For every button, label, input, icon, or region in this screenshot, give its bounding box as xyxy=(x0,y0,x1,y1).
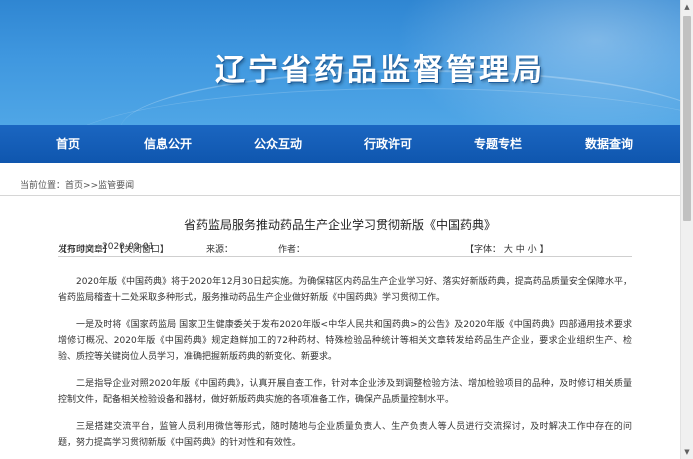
nav-item-data-query[interactable]: 数据查询 xyxy=(585,125,633,163)
nav-item-special-topics[interactable]: 专题专栏 xyxy=(474,125,522,163)
nav-item-public-interaction[interactable]: 公众互动 xyxy=(254,125,302,163)
breadcrumb-prefix: 当前位置： xyxy=(20,181,66,191)
author-label: 作者： xyxy=(278,245,306,255)
article-meta: 发布时间： 2020-09-01 来源： 作者： 【字体： 大 中 小 】 【打… xyxy=(58,242,628,260)
breadcrumb-section-link[interactable]: 监管要闻 xyxy=(98,181,134,191)
font-size-control: 【字体： 大 中 小 】 xyxy=(465,242,549,255)
font-size-large[interactable]: 大 xyxy=(504,245,513,255)
font-size-medium[interactable]: 中 xyxy=(516,245,525,255)
font-size-small[interactable]: 小 xyxy=(528,245,537,255)
article-paragraph: 三是搭建交流平台，监管人员利用微信等形式，随时随地与企业质量负责人、生产负责人等… xyxy=(58,422,632,448)
font-size-label: 【字体： xyxy=(465,245,502,255)
article-paragraph: 一是及时将《国家药监局 国家卫生健康委关于发布2020年版<中华人民共和国药典>… xyxy=(58,320,632,362)
article-paragraph: 二是指导企业对照2020年版《中国药典》，认真开展自查工作，针对本企业涉及到调整… xyxy=(58,379,632,405)
article-body: 2020年版《中国药典》将于2020年12月30日起实施。为确保辖区内药品生产企… xyxy=(58,274,632,459)
breadcrumb-home-link[interactable]: 首页 xyxy=(65,181,83,191)
publish-date: 2020-09-01 xyxy=(102,242,155,252)
site-title: 辽宁省药品监督管理局 xyxy=(215,53,545,88)
nav-item-home[interactable]: 首页 xyxy=(56,125,80,163)
article-title: 省药监局服务推动药品生产企业学习贯彻新版《中国药典》 xyxy=(183,218,496,232)
article-container: 省药监局服务推动药品生产企业学习贯彻新版《中国药典》 发布时间： 2020-09… xyxy=(0,195,680,459)
meta-divider xyxy=(58,256,632,257)
font-size-close-bracket: 】 xyxy=(539,245,549,255)
scroll-down-icon[interactable]: ▼ xyxy=(681,445,693,459)
scroll-thumb[interactable] xyxy=(683,16,691,221)
publish-label: 发布时间： xyxy=(58,245,104,255)
breadcrumb: 当前位置：首页>>监管要闻 xyxy=(20,178,134,191)
scroll-up-icon[interactable]: ▲ xyxy=(681,0,693,14)
nav-item-admin-license[interactable]: 行政许可 xyxy=(364,125,412,163)
article-paragraph: 2020年版《中国药典》将于2020年12月30日起实施。为确保辖区内药品生产企… xyxy=(58,277,632,303)
main-nav: 首页 信息公开 公众互动 行政许可 专题专栏 数据查询 xyxy=(0,125,680,163)
breadcrumb-separator: >> xyxy=(83,181,99,191)
site-banner: 辽宁省药品监督管理局 xyxy=(0,0,680,125)
nav-item-info-disclosure[interactable]: 信息公开 xyxy=(144,125,192,163)
source-label: 来源： xyxy=(206,245,234,255)
vertical-scrollbar[interactable]: ▲ ▼ xyxy=(680,0,693,459)
